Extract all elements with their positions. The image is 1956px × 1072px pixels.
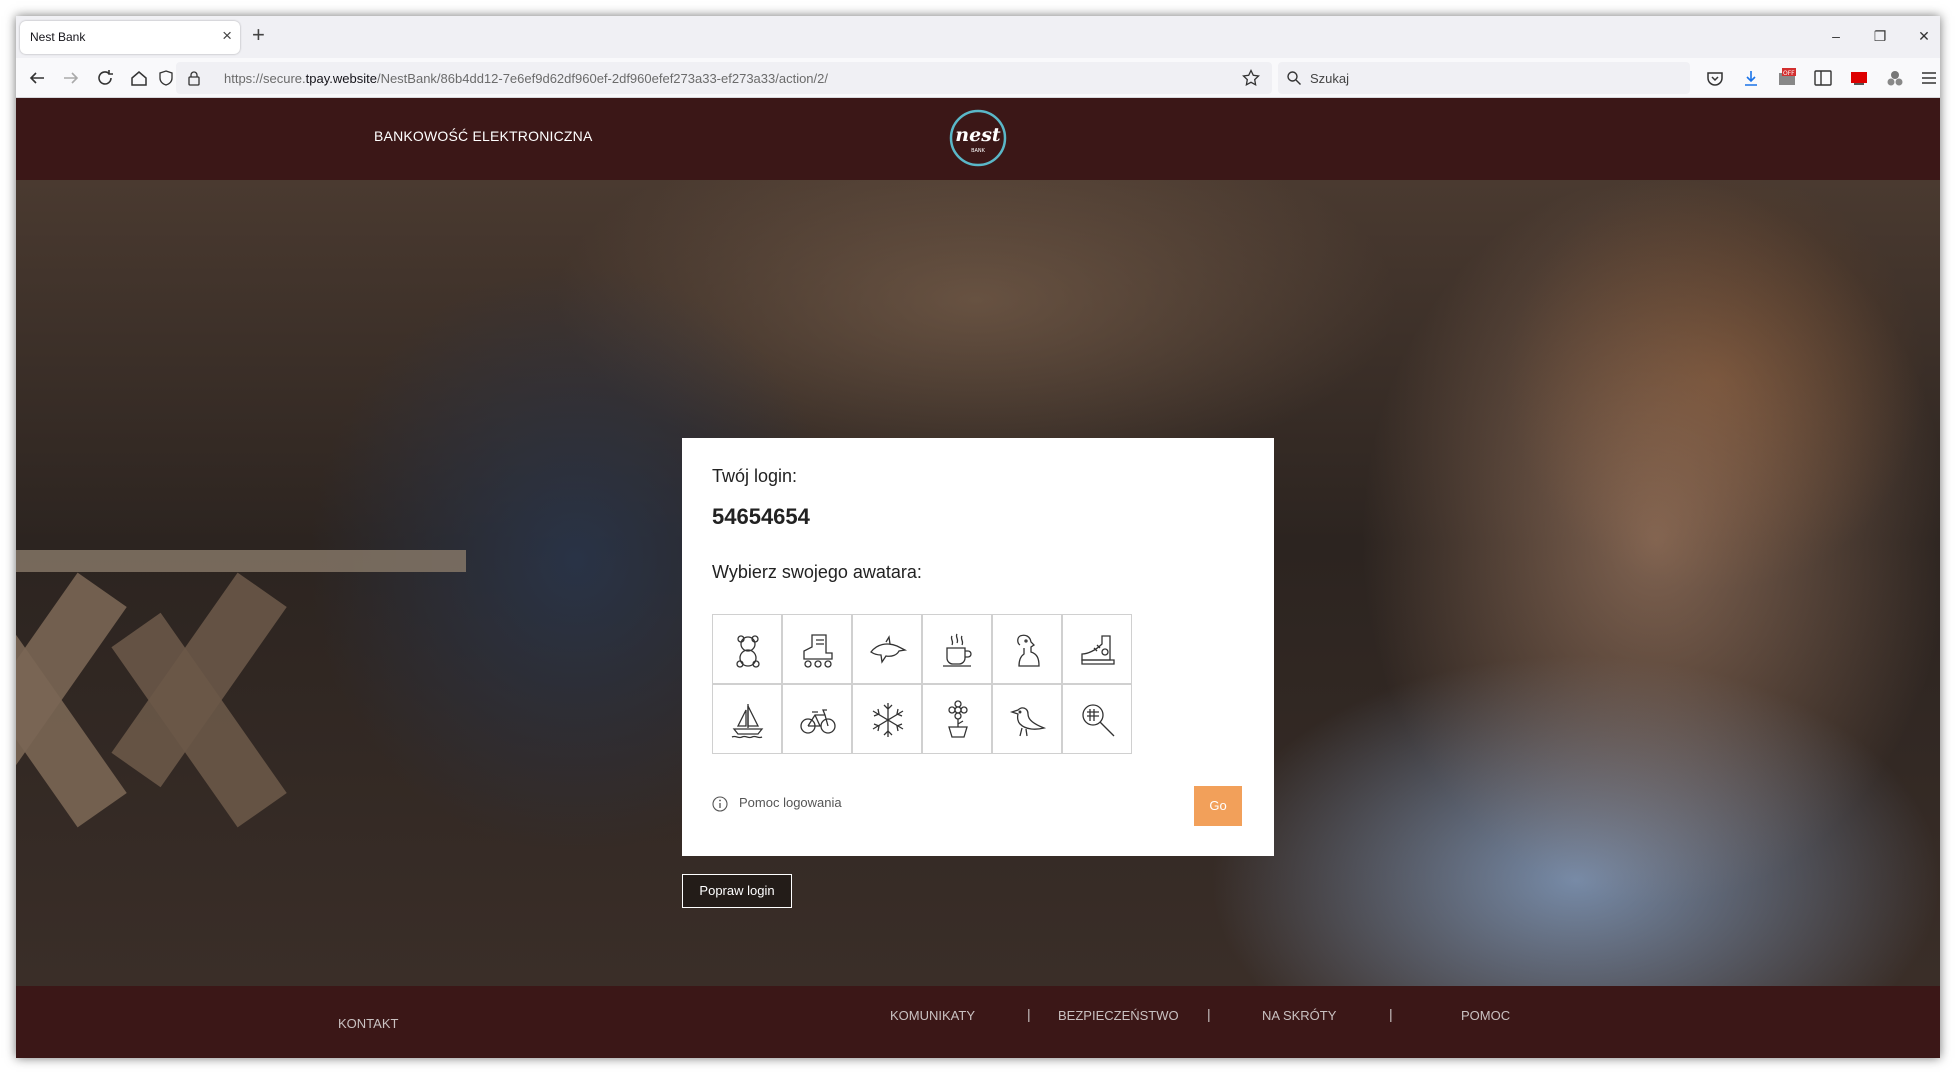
- info-icon: [712, 796, 728, 812]
- site-header: BANKOWOŚĆ ELEKTRONICZNA nest BANK: [16, 98, 1940, 180]
- magnifier-icon: [1082, 704, 1115, 737]
- footer-link-pomoc[interactable]: POMOC: [1461, 1008, 1510, 1023]
- home-icon[interactable]: [128, 67, 150, 89]
- teddy-bear-icon: [736, 635, 760, 668]
- login-help-link[interactable]: Pomoc logowania: [739, 795, 842, 810]
- footer-separator: |: [1389, 1006, 1393, 1022]
- logo-subtext: BANK: [971, 148, 986, 154]
- svg-text:OFF: OFF: [1783, 70, 1795, 77]
- url-path: /NestBank/86b4dd12-7e6ef9d62df960ef-2df9…: [376, 71, 828, 86]
- snowflake-icon: [872, 703, 904, 737]
- avatar-coffee-cup[interactable]: [922, 614, 992, 684]
- tab-nest-bank[interactable]: Nest Bank ×: [20, 21, 240, 54]
- login-value: 54654654: [712, 504, 810, 529]
- sidebar-icon[interactable]: [1812, 67, 1834, 89]
- tab-close-icon[interactable]: ×: [222, 26, 232, 46]
- avatar-magnifier[interactable]: [1062, 684, 1132, 754]
- roller-skate-icon: [803, 634, 833, 668]
- url-prefix: https://secure.: [224, 71, 306, 86]
- bicycle-icon: [800, 709, 836, 734]
- site-footer: KONTAKT KOMUNIKATY | BEZPIECZEŃSTWO | NA…: [16, 986, 1940, 1058]
- tab-strip: Nest Bank × + – ❐ ✕: [16, 16, 1940, 58]
- extension-red-icon[interactable]: [1848, 67, 1870, 89]
- avatar-bird[interactable]: [992, 684, 1062, 754]
- footer-contact-link[interactable]: KONTAKT: [338, 1016, 398, 1031]
- fix-login-button[interactable]: Popraw login: [682, 874, 792, 908]
- footer-link-bezpieczenstwo[interactable]: BEZPIECZEŃSTWO: [1058, 1008, 1179, 1023]
- url-bar[interactable]: https://secure.tpay.website/NestBank/86b…: [159, 62, 1272, 94]
- footer-separator: |: [1027, 1006, 1031, 1022]
- avatar-dolphin[interactable]: [852, 614, 922, 684]
- footer-separator: |: [1207, 1006, 1211, 1022]
- menu-icon[interactable]: [1918, 67, 1940, 89]
- browser-window: Nest Bank × + – ❐ ✕ https://secure.tpay.…: [16, 16, 1940, 1058]
- avatar-flower-pot[interactable]: [922, 684, 992, 754]
- dolphin-icon: [870, 635, 908, 664]
- avatar-snowflake[interactable]: [852, 684, 922, 754]
- extension-puzzle-icon[interactable]: [1884, 67, 1906, 89]
- bird-icon: [1009, 707, 1047, 737]
- search-placeholder: Szukaj: [1310, 71, 1350, 86]
- minimize-icon[interactable]: –: [1824, 26, 1848, 46]
- bookmark-star-icon[interactable]: [1242, 69, 1260, 87]
- search-bar[interactable]: Szukaj: [1278, 62, 1690, 94]
- reload-icon[interactable]: [94, 67, 116, 89]
- flower-pot-icon: [948, 700, 968, 738]
- logo-text: nest: [955, 124, 1001, 146]
- avatar-roller-skate[interactable]: [782, 614, 852, 684]
- avatar-prompt: Wybierz swojego awatara:: [712, 562, 922, 582]
- url-domain: tpay.website: [305, 71, 377, 86]
- back-icon[interactable]: [26, 67, 48, 89]
- tab-title: Nest Bank: [30, 30, 86, 44]
- navigation-bar: https://secure.tpay.website/NestBank/86b…: [16, 58, 1940, 98]
- coffee-cup-icon: [943, 633, 972, 667]
- avatar-sneaker[interactable]: [1062, 614, 1132, 684]
- sneaker-icon: [1081, 635, 1115, 665]
- forward-icon[interactable]: [60, 67, 82, 89]
- close-window-icon[interactable]: ✕: [1912, 26, 1936, 46]
- restore-icon[interactable]: ❐: [1868, 26, 1892, 46]
- login-card: Twój login: 54654654 Wybierz swojego awa…: [682, 438, 1274, 856]
- download-icon[interactable]: [1740, 67, 1762, 89]
- brand-text: BANKOWOŚĆ ELEKTRONICZNA: [374, 128, 593, 144]
- search-icon: [1287, 71, 1301, 85]
- background-desk: [16, 550, 466, 572]
- page-content: BANKOWOŚĆ ELEKTRONICZNA nest BANK Twój l…: [16, 98, 1940, 1058]
- lock-icon[interactable]: [186, 70, 202, 86]
- avatar-bicycle[interactable]: [782, 684, 852, 754]
- new-tab-icon[interactable]: +: [252, 24, 265, 46]
- avatar-dog[interactable]: [992, 614, 1062, 684]
- shield-icon[interactable]: [158, 70, 174, 86]
- login-label: Twój login:: [712, 466, 798, 486]
- footer-link-komunikaty[interactable]: KOMUNIKATY: [890, 1008, 975, 1023]
- dog-icon: [1017, 634, 1040, 667]
- sailboat-icon: [731, 704, 764, 739]
- hero-background: Twój login: 54654654 Wybierz swojego awa…: [16, 180, 1940, 986]
- avatar-sailboat[interactable]: [712, 684, 782, 754]
- avatar-teddy-bear[interactable]: [712, 614, 782, 684]
- footer-link-na-skroty[interactable]: NA SKRÓTY: [1262, 1008, 1336, 1023]
- go-button[interactable]: Go: [1194, 786, 1242, 826]
- pocket-icon[interactable]: [1704, 67, 1726, 89]
- nest-bank-logo[interactable]: nest BANK: [946, 106, 1010, 170]
- extension-off-icon[interactable]: OFF: [1776, 67, 1798, 89]
- url-text: https://secure.tpay.website/NestBank/86b…: [224, 71, 828, 86]
